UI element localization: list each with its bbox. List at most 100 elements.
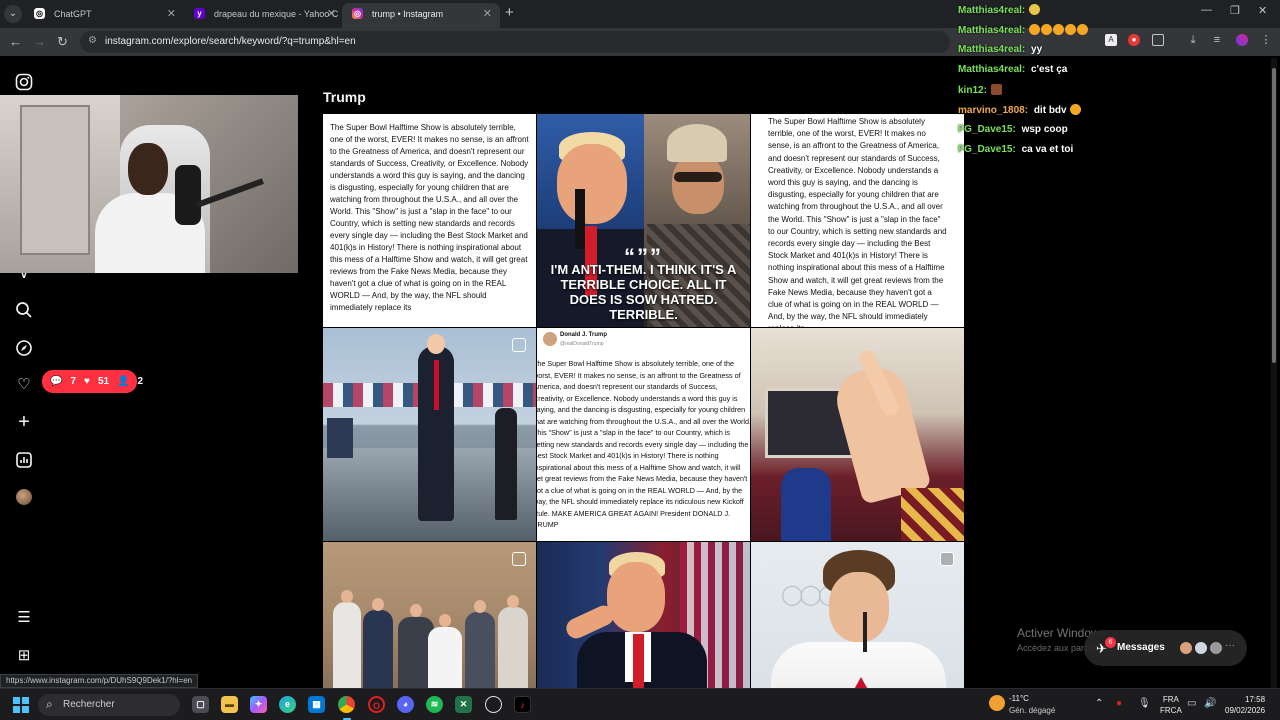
volume-icon[interactable]: 🔊 — [1204, 698, 1216, 709]
edge-icon[interactable]: e — [279, 696, 296, 713]
notifications-popup[interactable]: 💬 7 ♥ 51 👤 2 — [42, 370, 143, 393]
emote-icon — [1041, 24, 1053, 35]
post-text: The Super Bowl Halftime Show is absolute… — [330, 123, 529, 312]
windows-start-icon[interactable] — [13, 697, 29, 713]
input-language[interactable]: FRA FRCA — [1160, 694, 1182, 716]
file-explorer-icon[interactable]: ▬ — [221, 696, 238, 713]
messages-button[interactable]: ✈ 6 Messages ··· — [1084, 630, 1247, 666]
menu-dots-icon[interactable]: ⋮ — [1260, 34, 1272, 46]
tab-yahoo[interactable]: y drapeau du mexique - Yahoo C ✕ — [184, 3, 344, 28]
search-icon: ⌕ — [46, 697, 53, 711]
app-icon[interactable] — [485, 696, 502, 713]
tiktok-icon[interactable]: ♪ — [514, 696, 531, 713]
spotify-icon[interactable]: ≋ — [426, 696, 443, 713]
more-menu-icon[interactable]: ☰ — [15, 609, 33, 627]
microphone-icon[interactable]: 🎙 — [1138, 698, 1151, 709]
store-icon[interactable]: ▦ — [308, 696, 325, 713]
address-bar[interactable]: ⚙ instagram.com/explore/search/keyword/?… — [80, 31, 950, 53]
tab-title: ChatGPT — [54, 9, 92, 19]
reload-icon[interactable]: ↻ — [57, 34, 68, 50]
tab-title: drapeau du mexique - Yahoo C — [214, 9, 339, 19]
chat-message: FG_Dave15: ca va et toi — [958, 144, 1073, 155]
clock[interactable]: 17:58 09/02/2026 — [1225, 694, 1265, 716]
emote-icon — [1065, 24, 1077, 35]
forward-arrow-icon[interactable]: → — [33, 34, 46, 49]
post-author-name: Donald J. Trump — [560, 332, 608, 338]
weather-icon[interactable] — [989, 695, 1005, 711]
clock-date: 09/02/2026 — [1225, 706, 1266, 715]
profile-avatar[interactable] — [16, 489, 32, 505]
taskbar-search[interactable]: ⌕ Rechercher — [38, 694, 180, 716]
link-preview-status: https://www.instagram.com/p/DUhS9Q9Dek1/… — [0, 674, 199, 688]
extensions-puzzle-icon[interactable] — [1152, 34, 1164, 46]
post-tile[interactable]: The Super Bowl Halftime Show is absolute… — [751, 114, 964, 327]
follower-icon: 👤 — [117, 376, 130, 387]
comment-icon: 💬 — [50, 376, 63, 387]
reel-icon — [512, 338, 526, 352]
chat-message: marvino_1808: dit bdv — [958, 104, 1082, 116]
search-icon[interactable] — [15, 301, 33, 319]
screen: ⌄ ◎ ChatGPT ✕ y drapeau du mexique - Yah… — [0, 0, 1280, 720]
chrome-icon[interactable] — [338, 696, 355, 713]
scrollbar-thumb[interactable] — [1272, 68, 1276, 363]
chat-text: wsp coop — [1021, 124, 1068, 135]
create-plus-icon[interactable]: + — [15, 412, 33, 432]
extension-icon[interactable]: ● — [1128, 34, 1140, 46]
post-tile[interactable] — [751, 328, 964, 541]
avatar — [1194, 641, 1208, 655]
post-tile[interactable]: Donald J. Trump @realDonaldTrump The Sup… — [537, 328, 750, 541]
close-icon[interactable]: ✕ — [167, 3, 176, 25]
instagram-logo-icon[interactable] — [15, 73, 33, 91]
new-tab-icon[interactable]: + — [505, 4, 514, 21]
tray-expand-icon[interactable]: ⌃ — [1095, 698, 1103, 709]
back-arrow-icon[interactable]: ← — [9, 34, 22, 49]
meta-apps-icon[interactable]: ⊞ — [15, 647, 33, 665]
close-icon[interactable]: ✕ — [483, 3, 492, 25]
download-icon[interactable]: ⤓ — [1187, 34, 1199, 46]
chat-text: ca va et toi — [1021, 144, 1074, 155]
dashboard-icon[interactable] — [15, 451, 33, 469]
emote-icon — [1053, 24, 1065, 35]
heart-icon[interactable]: ♡ — [15, 376, 33, 394]
minimize-icon[interactable]: — — [1201, 4, 1212, 16]
explore-compass-icon[interactable] — [15, 339, 33, 357]
more-icon: ··· — [1225, 640, 1235, 651]
keyboard-layout: FRCA — [1160, 706, 1182, 715]
emote-icon — [990, 84, 1002, 95]
close-icon[interactable]: ✕ — [327, 3, 336, 25]
post-author-handle: @realDonaldTrump — [560, 341, 604, 347]
profile-avatar[interactable] — [1236, 34, 1248, 46]
excel-icon[interactable]: ✕ — [455, 696, 472, 713]
comments-count: 7 — [70, 376, 77, 387]
reel-icon — [512, 552, 526, 566]
task-view-icon[interactable]: ▢ — [192, 696, 209, 713]
tab-chatgpt[interactable]: ◎ ChatGPT ✕ — [24, 3, 184, 28]
discord-icon[interactable]: ◕ — [397, 696, 414, 713]
network-icon[interactable]: ▭ — [1187, 698, 1196, 709]
chat-text: yy — [1031, 44, 1043, 55]
tab-search-button[interactable]: ⌄ — [4, 5, 22, 23]
window-close-icon[interactable]: ✕ — [1258, 4, 1267, 17]
site-info-icon[interactable]: ⚙ — [88, 35, 97, 46]
chat-message: Matthias4real: yy — [958, 44, 1042, 55]
maximize-icon[interactable]: ❐ — [1230, 4, 1240, 17]
post-tile[interactable]: The Super Bowl Halftime Show is absolute… — [323, 114, 536, 327]
avatar — [1179, 641, 1193, 655]
emote-icon — [1077, 24, 1089, 35]
emote-icon — [1029, 4, 1041, 15]
reading-list-icon[interactable]: ≡ — [1211, 34, 1223, 46]
post-tile[interactable]: “”” I'M ANTI-THEM. I THINK IT'S A TERRIB… — [537, 114, 750, 327]
copilot-icon[interactable]: ✦ — [250, 696, 267, 713]
avatar — [543, 332, 557, 346]
tab-instagram[interactable]: ◎ trump • Instagram ✕ — [342, 3, 500, 28]
extension-icon[interactable]: A — [1105, 34, 1117, 46]
post-tile[interactable] — [323, 328, 536, 541]
instagram-icon: ◎ — [352, 8, 363, 19]
post-text: The Super Bowl Halftime Show is absolute… — [537, 359, 750, 529]
taskbar-search-placeholder: Rechercher — [63, 699, 115, 710]
chatgpt-icon: ◎ — [34, 8, 45, 19]
webcam-overlay — [0, 95, 298, 273]
tray-app-icon[interactable]: ● — [1116, 698, 1122, 709]
chat-username: FG_Dave15: — [958, 144, 1016, 155]
opera-icon[interactable]: O — [368, 696, 385, 713]
